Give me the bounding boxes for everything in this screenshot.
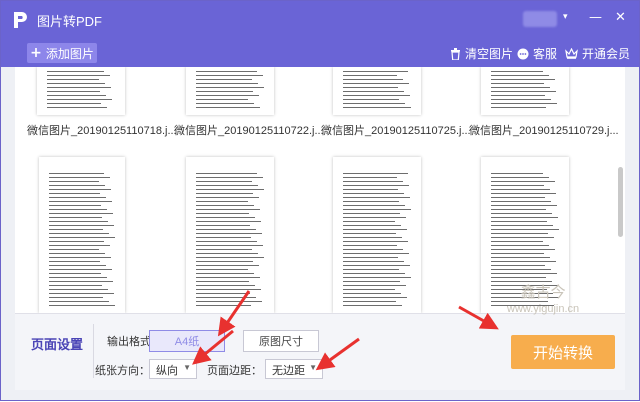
arrow-to-a4 bbox=[217, 290, 251, 337]
arrow-to-orientation bbox=[192, 329, 234, 365]
arrow-to-margin bbox=[315, 337, 360, 371]
app-window: 图片转PDF ▾ — ✕ + 添加图片 清空图片 客服 开通会员 微信图片_20… bbox=[0, 0, 640, 401]
arrow-to-start bbox=[458, 305, 499, 330]
annotation-arrows bbox=[192, 290, 499, 371]
